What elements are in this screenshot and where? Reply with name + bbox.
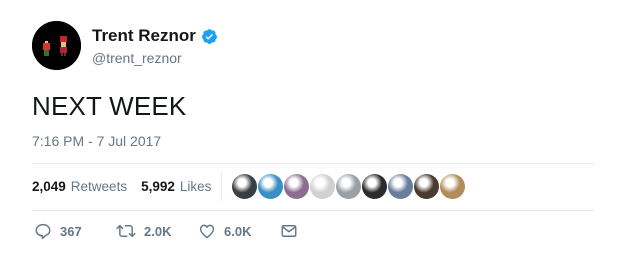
divider: [32, 210, 594, 211]
reply-count: 367: [60, 223, 82, 239]
retweet-icon: [116, 224, 136, 238]
retweets-stat[interactable]: 2,049 Retweets: [32, 179, 127, 194]
direct-message-button[interactable]: [280, 222, 298, 240]
divider: [32, 163, 594, 164]
liked-by-avatars: [232, 174, 465, 199]
tweet-text: NEXT WEEK: [32, 91, 187, 121]
liker-avatar-8[interactable]: [414, 174, 439, 199]
likes-count: 5,992: [141, 179, 175, 194]
liker-avatar-3[interactable]: [284, 174, 309, 199]
stats-separator: [221, 172, 222, 201]
likes-stat[interactable]: 5,992 Likes: [141, 179, 211, 194]
liker-avatar-5[interactable]: [336, 174, 361, 199]
liker-avatar-1[interactable]: [232, 174, 257, 199]
retweets-label: Retweets: [70, 179, 128, 194]
reply-icon: [35, 223, 51, 239]
likes-label: Likes: [179, 179, 212, 194]
like-count: 6.0K: [224, 223, 252, 239]
liker-avatar-2[interactable]: [258, 174, 283, 199]
liker-avatar-6[interactable]: [362, 174, 387, 199]
envelope-icon: [281, 225, 297, 237]
liker-avatar-9[interactable]: [440, 174, 465, 199]
heart-icon: [199, 224, 215, 239]
tweet-actions: 367 2.0K 6.0K: [34, 222, 298, 240]
retweet-button[interactable]: 2.0K: [116, 222, 198, 240]
display-name[interactable]: Trent Reznor: [92, 26, 218, 46]
retweets-count: 2,049: [32, 179, 66, 194]
retweet-count: 2.0K: [144, 223, 172, 239]
liker-avatar-4[interactable]: [310, 174, 335, 199]
avatar[interactable]: [32, 21, 81, 70]
reply-button[interactable]: 367: [34, 222, 116, 240]
tweet-stats: 2,049 Retweets 5,992 Likes: [32, 179, 225, 194]
username[interactable]: @trent_reznor: [92, 50, 182, 66]
like-button[interactable]: 6.0K: [198, 222, 280, 240]
display-name-text: Trent Reznor: [92, 26, 196, 45]
verified-badge-icon: [201, 28, 217, 44]
avatar-image: [32, 21, 81, 70]
liker-avatar-7[interactable]: [388, 174, 413, 199]
tweet-timestamp[interactable]: 7:16 PM - 7 Jul 2017: [32, 133, 161, 149]
